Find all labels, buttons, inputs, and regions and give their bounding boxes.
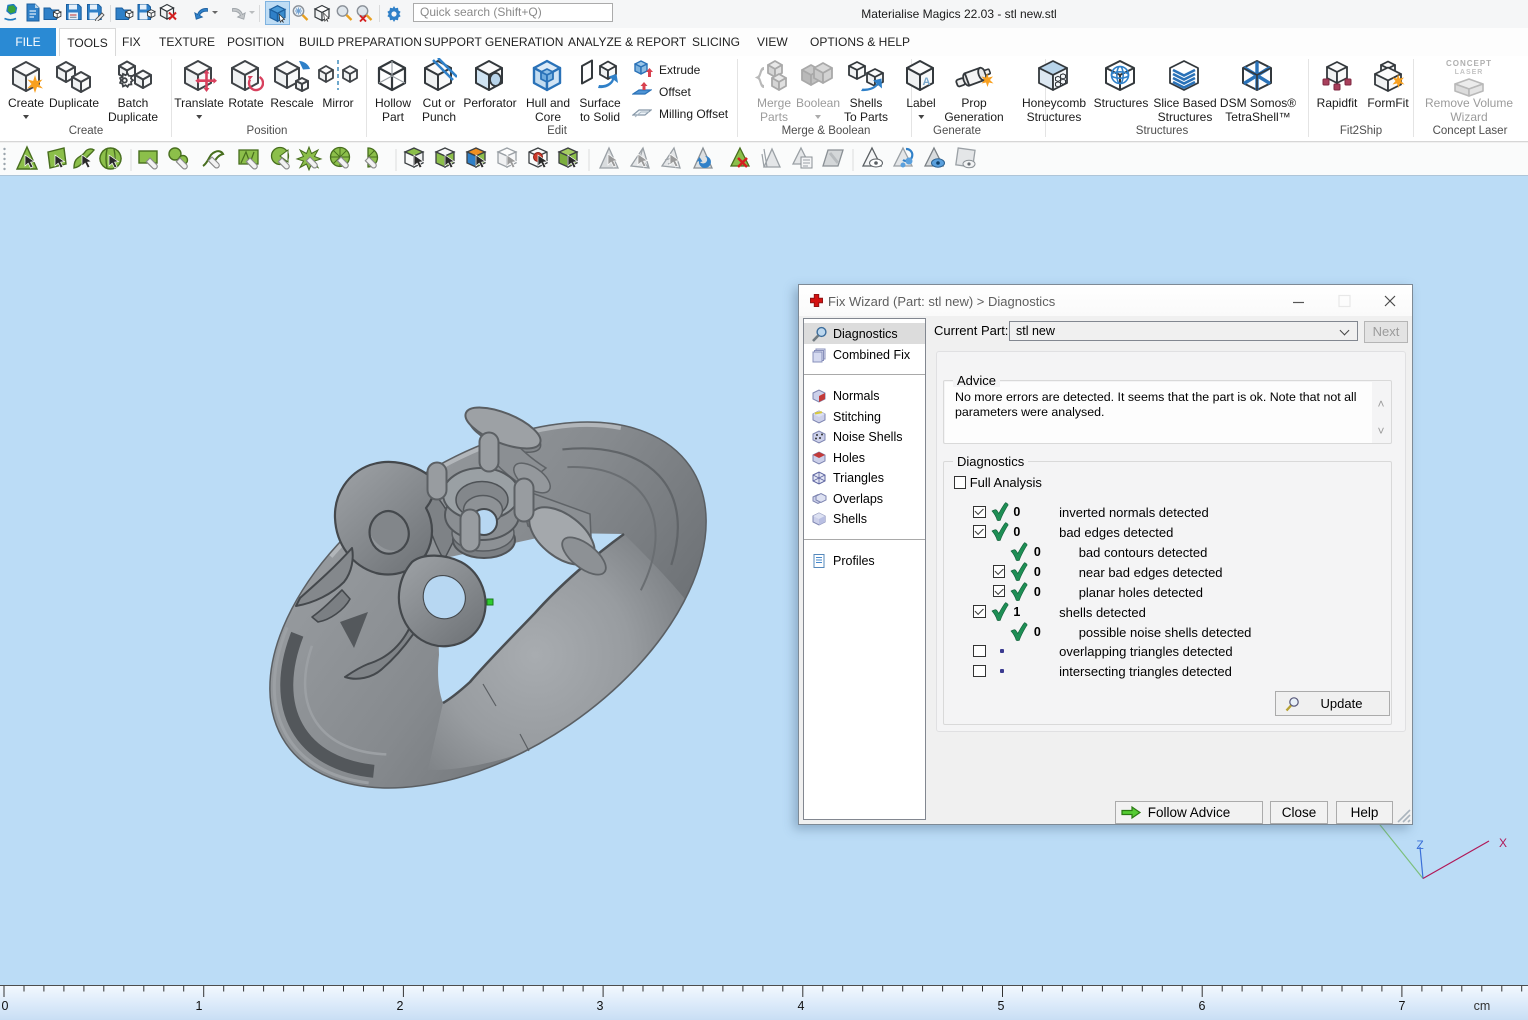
- svg-text:A: A: [923, 76, 931, 88]
- svg-text:Z: Z: [1416, 838, 1423, 852]
- svg-text:X: X: [1499, 836, 1507, 850]
